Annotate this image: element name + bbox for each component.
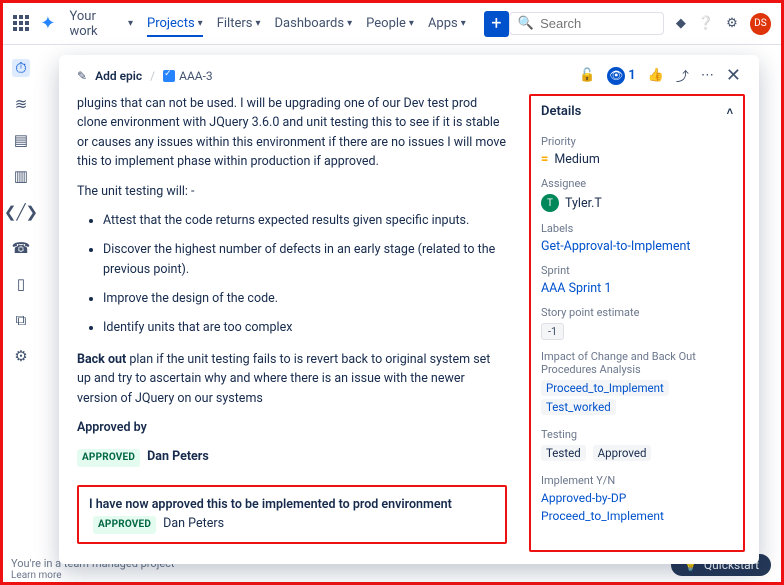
nav-dashboards[interactable]: Dashboards▾: [275, 16, 353, 31]
implement-label: Implement Y/N: [541, 474, 733, 487]
backout-para: Back out plan if the unit testing fails …: [77, 350, 507, 408]
priority-medium-icon: =: [541, 152, 548, 167]
testing-label: Testing: [541, 428, 733, 441]
assignee-avatar: T: [541, 194, 559, 212]
sprint-label: Sprint: [541, 264, 733, 277]
callout-author: Dan Peters: [163, 516, 224, 531]
sidebar-add-icon[interactable]: ⧉: [12, 311, 30, 329]
sidebar-roadmap-icon[interactable]: ⏱: [12, 59, 30, 77]
approval-callout: I have now approved this to be implement…: [77, 485, 507, 544]
nav-your-work[interactable]: Your work▾: [69, 9, 133, 39]
sidebar-code-icon[interactable]: ❮╱❯: [12, 203, 30, 221]
priority-text: Medium: [554, 152, 599, 167]
issue-main-column: plugins that can not be used. I will be …: [77, 94, 523, 552]
left-sidebar: ⏱ ≋ ▤ ▥ ❮╱❯ ☎ ▯ ⧉ ⚙: [3, 45, 39, 582]
nav-filters[interactable]: Filters▾: [217, 16, 261, 31]
implement-chip[interactable]: Approved-by-DP: [541, 491, 733, 505]
approved-by-label: Approved by: [77, 418, 507, 437]
top-nav: ✦ Your work▾ Projects▾ Filters▾ Dashboar…: [3, 3, 781, 45]
impact-chip[interactable]: Proceed_to_Implement: [541, 380, 669, 396]
backout-lead: Back out: [77, 352, 126, 367]
approved-badge: APPROVED: [93, 516, 156, 534]
create-button[interactable]: +: [484, 11, 509, 37]
eye-icon: 👁: [607, 67, 625, 85]
details-header[interactable]: Details ˄: [541, 104, 733, 125]
impact-chip[interactable]: Test_worked: [541, 399, 616, 415]
footer-learn-more[interactable]: Learn more: [11, 570, 175, 581]
story-points-value[interactable]: -1: [541, 323, 564, 340]
sprint-value[interactable]: AAA Sprint 1: [541, 281, 733, 296]
approved-by-line: APPROVED Dan Peters: [77, 447, 507, 467]
help-icon[interactable]: ❔: [698, 16, 714, 31]
nav-people[interactable]: People▾: [366, 16, 414, 31]
story-points-label: Story point estimate: [541, 306, 733, 319]
apps-switcher-icon[interactable]: [13, 15, 30, 33]
bullet-item: Improve the design of the code.: [103, 289, 507, 308]
bullet-item: Attest that the code returns expected re…: [103, 211, 507, 230]
priority-value[interactable]: = Medium: [541, 152, 733, 167]
jira-logo-icon[interactable]: ✦: [40, 13, 55, 34]
sidebar-board-icon[interactable]: ▤: [12, 131, 30, 149]
approver-name: Dan Peters: [147, 449, 209, 464]
lock-icon[interactable]: 🔓: [579, 68, 595, 83]
sidebar-settings-icon[interactable]: ⚙: [12, 347, 30, 365]
search-input[interactable]: [540, 16, 650, 31]
bullet-item: Identify units that are too complex: [103, 318, 507, 337]
bullet-item: Discover the highest number of defects i…: [103, 240, 507, 279]
testing-chip[interactable]: Approved: [593, 445, 652, 461]
pencil-icon: ✎: [77, 69, 87, 83]
close-icon[interactable]: ✕: [726, 65, 741, 86]
more-actions-icon[interactable]: ⋯: [701, 68, 714, 83]
description-scroll[interactable]: plugins that can not be used. I will be …: [77, 94, 517, 552]
nav-projects[interactable]: Projects▾: [147, 16, 203, 37]
issue-key-text: AAA-3: [179, 69, 213, 83]
testing-values[interactable]: Tested Approved: [541, 445, 733, 464]
approved-badge: APPROVED: [77, 449, 140, 467]
add-epic-link[interactable]: Add epic: [95, 69, 142, 83]
sidebar-releases-icon[interactable]: ☎: [12, 239, 30, 257]
labels-value[interactable]: Get-Approval-to-Implement: [541, 239, 733, 254]
assignee-name: Tyler.T: [565, 196, 602, 211]
modal-header-actions: 🔓 👁 1 👍 ⤴ ⋯ ✕: [579, 65, 741, 86]
impact-label: Impact of Change and Back Out Procedures…: [541, 350, 733, 376]
notifications-icon[interactable]: ◆: [676, 16, 686, 31]
issue-key-link[interactable]: AAA-3: [163, 69, 213, 83]
assignee-value[interactable]: T Tyler.T: [541, 194, 733, 212]
assignee-label: Assignee: [541, 177, 733, 190]
user-avatar[interactable]: DS: [750, 13, 771, 35]
backout-rest: plan if the unit testing fails to is rev…: [77, 352, 490, 406]
testing-chip[interactable]: Tested: [541, 445, 586, 461]
watch-button[interactable]: 👁 1: [607, 67, 635, 85]
nav-apps[interactable]: Apps▾: [428, 16, 466, 31]
impact-values[interactable]: Proceed_to_Implement Test_worked: [541, 380, 733, 418]
implement-values[interactable]: Approved-by-DP Proceed_to_Implement: [541, 491, 733, 523]
sidebar-backlog-icon[interactable]: ≋: [12, 95, 30, 113]
modal-header: ✎ Add epic / AAA-3 🔓 👁 1 👍 ⤴ ⋯ ✕: [59, 55, 759, 86]
chevron-up-icon: ˄: [727, 105, 733, 118]
description-bullets: Attest that the code returns expected re…: [103, 211, 507, 338]
callout-text: I have now approved this to be implement…: [89, 497, 452, 512]
details-title: Details: [541, 104, 581, 119]
implement-chip[interactable]: Proceed_to_Implement: [541, 509, 733, 523]
issue-type-icon: [163, 70, 175, 82]
watch-count: 1: [628, 68, 635, 83]
sidebar-board2-icon[interactable]: ▥: [12, 167, 30, 185]
sidebar-pages-icon[interactable]: ▯: [12, 275, 30, 293]
labels-label: Labels: [541, 222, 733, 235]
description-para-1: plugins that can not be used. I will be …: [77, 94, 507, 172]
description-para-2: The unit testing will: -: [77, 182, 507, 201]
share-icon[interactable]: ⤴: [676, 66, 689, 85]
global-search[interactable]: 🔍: [509, 12, 664, 35]
like-icon[interactable]: 👍: [648, 68, 664, 83]
details-panel: Details ˄ Priority = Medium Assignee T T…: [529, 94, 745, 552]
settings-icon[interactable]: ⚙: [726, 16, 738, 31]
breadcrumb: ✎ Add epic / AAA-3: [77, 69, 213, 83]
search-icon: 🔍: [518, 16, 534, 31]
issue-modal: ✎ Add epic / AAA-3 🔓 👁 1 👍 ⤴ ⋯ ✕ plugins…: [59, 55, 759, 564]
priority-label: Priority: [541, 135, 733, 148]
